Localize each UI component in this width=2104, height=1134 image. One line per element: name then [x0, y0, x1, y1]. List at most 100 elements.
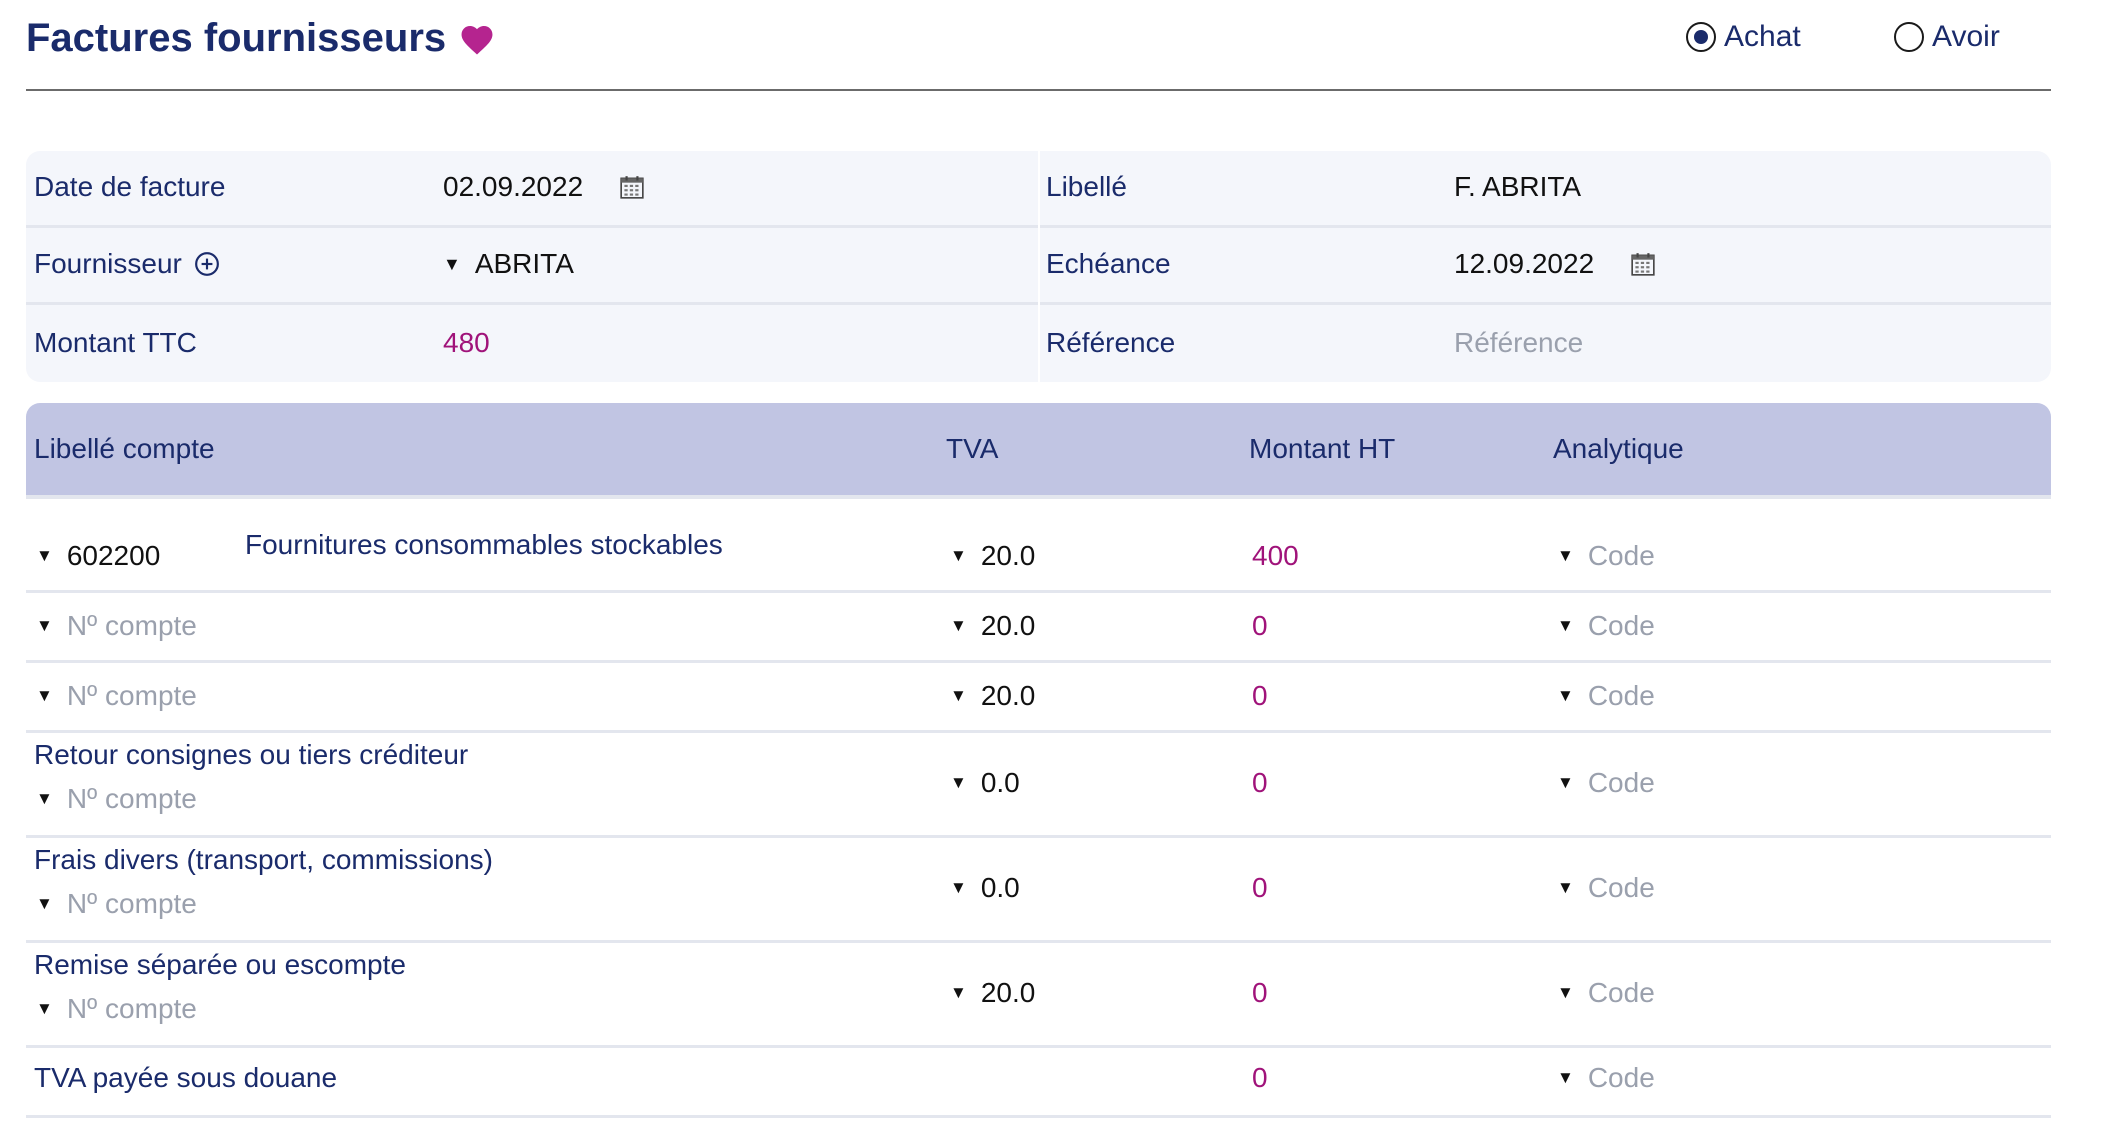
analytic-select[interactable]: ▼ Code — [1557, 1062, 1655, 1094]
account-select[interactable]: ▼ 602200 — [36, 540, 160, 572]
tva-value: 20.0 — [980, 977, 1036, 1008]
analytic-code: Code — [1587, 610, 1655, 641]
analytic-select[interactable]: ▼ Code — [1557, 977, 1655, 1009]
amount-ttc-label: Montant TTC — [34, 327, 197, 358]
analytic-select[interactable]: ▼ Code — [1557, 610, 1655, 642]
tva-value: 20.0 — [980, 610, 1036, 641]
dropdown-arrow-icon[interactable]: ▼ — [1557, 686, 1574, 706]
analytic-select[interactable]: ▼ Code — [1557, 872, 1655, 904]
dropdown-arrow-icon[interactable]: ▼ — [950, 616, 967, 636]
account-placeholder: Nº compte — [66, 993, 197, 1024]
account-number: 602200 — [66, 540, 161, 571]
analytic-code: Code — [1587, 767, 1655, 798]
dropdown-arrow-icon[interactable]: ▼ — [950, 878, 967, 898]
reference-label: Référence — [1046, 327, 1176, 358]
amount-ht-input[interactable]: 0 — [1252, 610, 1268, 642]
table-row: Retour consignes ou tiers créditeur ▼ Nº… — [26, 733, 2051, 838]
due-label: Echéance — [1046, 248, 1171, 279]
tva-select[interactable]: ▼ 20.0 — [950, 977, 1035, 1009]
dropdown-arrow-icon[interactable]: ▼ — [950, 686, 967, 706]
analytic-select[interactable]: ▼ Code — [1557, 680, 1655, 712]
amount-ht-input[interactable]: 0 — [1252, 977, 1268, 1009]
radio-achat-selected-icon[interactable] — [1686, 22, 1716, 52]
analytic-select[interactable]: ▼ Code — [1557, 540, 1655, 572]
due-date-field[interactable]: 12.09.2022 — [1454, 248, 1656, 280]
dropdown-arrow-icon[interactable]: ▼ — [36, 686, 53, 706]
row-label: Remise séparée ou escompte — [34, 949, 406, 980]
dropdown-arrow-icon[interactable]: ▼ — [36, 999, 53, 1019]
tva-value: 0.0 — [980, 872, 1020, 903]
calendar-icon[interactable] — [619, 174, 645, 200]
amount-ht-input[interactable]: 0 — [1252, 872, 1268, 904]
due-date-value: 12.09.2022 — [1454, 248, 1595, 279]
tva-select[interactable]: ▼ 20.0 — [950, 540, 1035, 572]
account-placeholder: Nº compte — [66, 888, 197, 919]
supplier-invoice-page: Factures fournisseurs Achat Avoir Date d… — [0, 0, 2104, 1134]
account-select[interactable]: ▼ Nº compte — [36, 993, 197, 1025]
dropdown-arrow-icon[interactable]: ▼ — [36, 894, 53, 914]
calendar-icon[interactable] — [1630, 251, 1656, 277]
invoice-form: Date de facture 02.09.2022 Libellé F. AB… — [26, 151, 2051, 382]
dropdown-arrow-icon[interactable]: ▼ — [1557, 616, 1574, 636]
dropdown-arrow-icon[interactable]: ▼ — [36, 616, 53, 636]
analytic-code: Code — [1587, 872, 1655, 903]
add-supplier-icon[interactable] — [194, 251, 220, 277]
dropdown-arrow-icon[interactable]: ▼ — [950, 773, 967, 793]
dropdown-arrow-icon[interactable]: ▼ — [1557, 546, 1574, 566]
dropdown-arrow-icon[interactable]: ▼ — [36, 546, 53, 566]
analytic-code: Code — [1587, 540, 1655, 571]
analytic-code: Code — [1587, 977, 1655, 1008]
header-analytic: Analytique — [1553, 433, 1684, 464]
dropdown-arrow-icon[interactable]: ▼ — [1557, 878, 1574, 898]
radio-avoir[interactable]: Avoir — [1894, 20, 2000, 54]
account-select[interactable]: ▼ Nº compte — [36, 610, 197, 642]
dropdown-arrow-icon[interactable]: ▼ — [36, 789, 53, 809]
dropdown-arrow-icon[interactable]: ▼ — [1557, 773, 1574, 793]
tva-select[interactable]: ▼ 0.0 — [950, 767, 1020, 799]
account-placeholder: Nº compte — [66, 680, 197, 711]
radio-avoir-empty-icon[interactable] — [1894, 22, 1924, 52]
tva-select[interactable]: ▼ 0.0 — [950, 872, 1020, 904]
invoice-date-label: Date de facture — [34, 171, 226, 202]
row-label: Retour consignes ou tiers créditeur — [34, 739, 469, 770]
libelle-field[interactable]: F. ABRITA — [1454, 171, 1581, 203]
dropdown-arrow-icon[interactable]: ▼ — [950, 983, 967, 1003]
dropdown-arrow-icon[interactable]: ▼ — [1557, 1068, 1574, 1088]
supplier-value: ABRITA — [474, 248, 574, 279]
account-name: Fournitures consommables stockables — [245, 529, 723, 560]
tva-select[interactable]: ▼ 20.0 — [950, 680, 1035, 712]
table-row: ▼ Nº compte ▼ 20.0 0 ▼ Code — [26, 663, 2051, 733]
invoice-date-field[interactable]: 02.09.2022 — [443, 171, 645, 203]
supplier-label: Fournisseur — [34, 248, 182, 279]
account-select[interactable]: ▼ Nº compte — [36, 783, 197, 815]
header-account: Libellé compte — [34, 433, 215, 464]
table-row: Frais divers (transport, commissions) ▼ … — [26, 838, 2051, 943]
page-header: Factures fournisseurs Achat Avoir — [26, 0, 2051, 91]
amount-ht-input[interactable]: 0 — [1252, 767, 1268, 799]
account-select[interactable]: ▼ Nº compte — [36, 888, 197, 920]
header-amount-ht: Montant HT — [1249, 433, 1396, 464]
amount-ht-input[interactable]: 0 — [1252, 680, 1268, 712]
analytic-code: Code — [1587, 680, 1655, 711]
reference-input[interactable]: Référence — [1454, 327, 1583, 359]
table-row: ▼ Nº compte ▼ 20.0 0 ▼ Code — [26, 593, 2051, 663]
libelle-label: Libellé — [1046, 171, 1127, 202]
table-row: TVA payée sous douane 0 ▼ Code — [26, 1048, 2051, 1118]
amount-ht-input[interactable]: 400 — [1252, 540, 1299, 572]
tva-value: 0.0 — [980, 767, 1020, 798]
dropdown-arrow-icon[interactable]: ▼ — [950, 546, 967, 566]
amount-ttc-field[interactable]: 480 — [443, 327, 490, 359]
account-select[interactable]: ▼ Nº compte — [36, 680, 197, 712]
supplier-select[interactable]: ▼ ABRITA — [443, 248, 574, 280]
dropdown-arrow-icon[interactable]: ▼ — [1557, 983, 1574, 1003]
tva-select[interactable]: ▼ 20.0 — [950, 610, 1035, 642]
amount-ht-input[interactable]: 0 — [1252, 1062, 1268, 1094]
page-title-text: Factures fournisseurs — [26, 16, 447, 60]
radio-achat[interactable]: Achat — [1686, 20, 1801, 54]
heart-icon[interactable] — [458, 22, 496, 56]
analytic-select[interactable]: ▼ Code — [1557, 767, 1655, 799]
row-label: TVA payée sous douane — [34, 1062, 338, 1093]
table-row: Remise séparée ou escompte ▼ Nº compte ▼… — [26, 943, 2051, 1048]
table-header: Libellé compte TVA Montant HT Analytique — [26, 403, 2051, 499]
dropdown-arrow-icon[interactable]: ▼ — [443, 254, 461, 275]
